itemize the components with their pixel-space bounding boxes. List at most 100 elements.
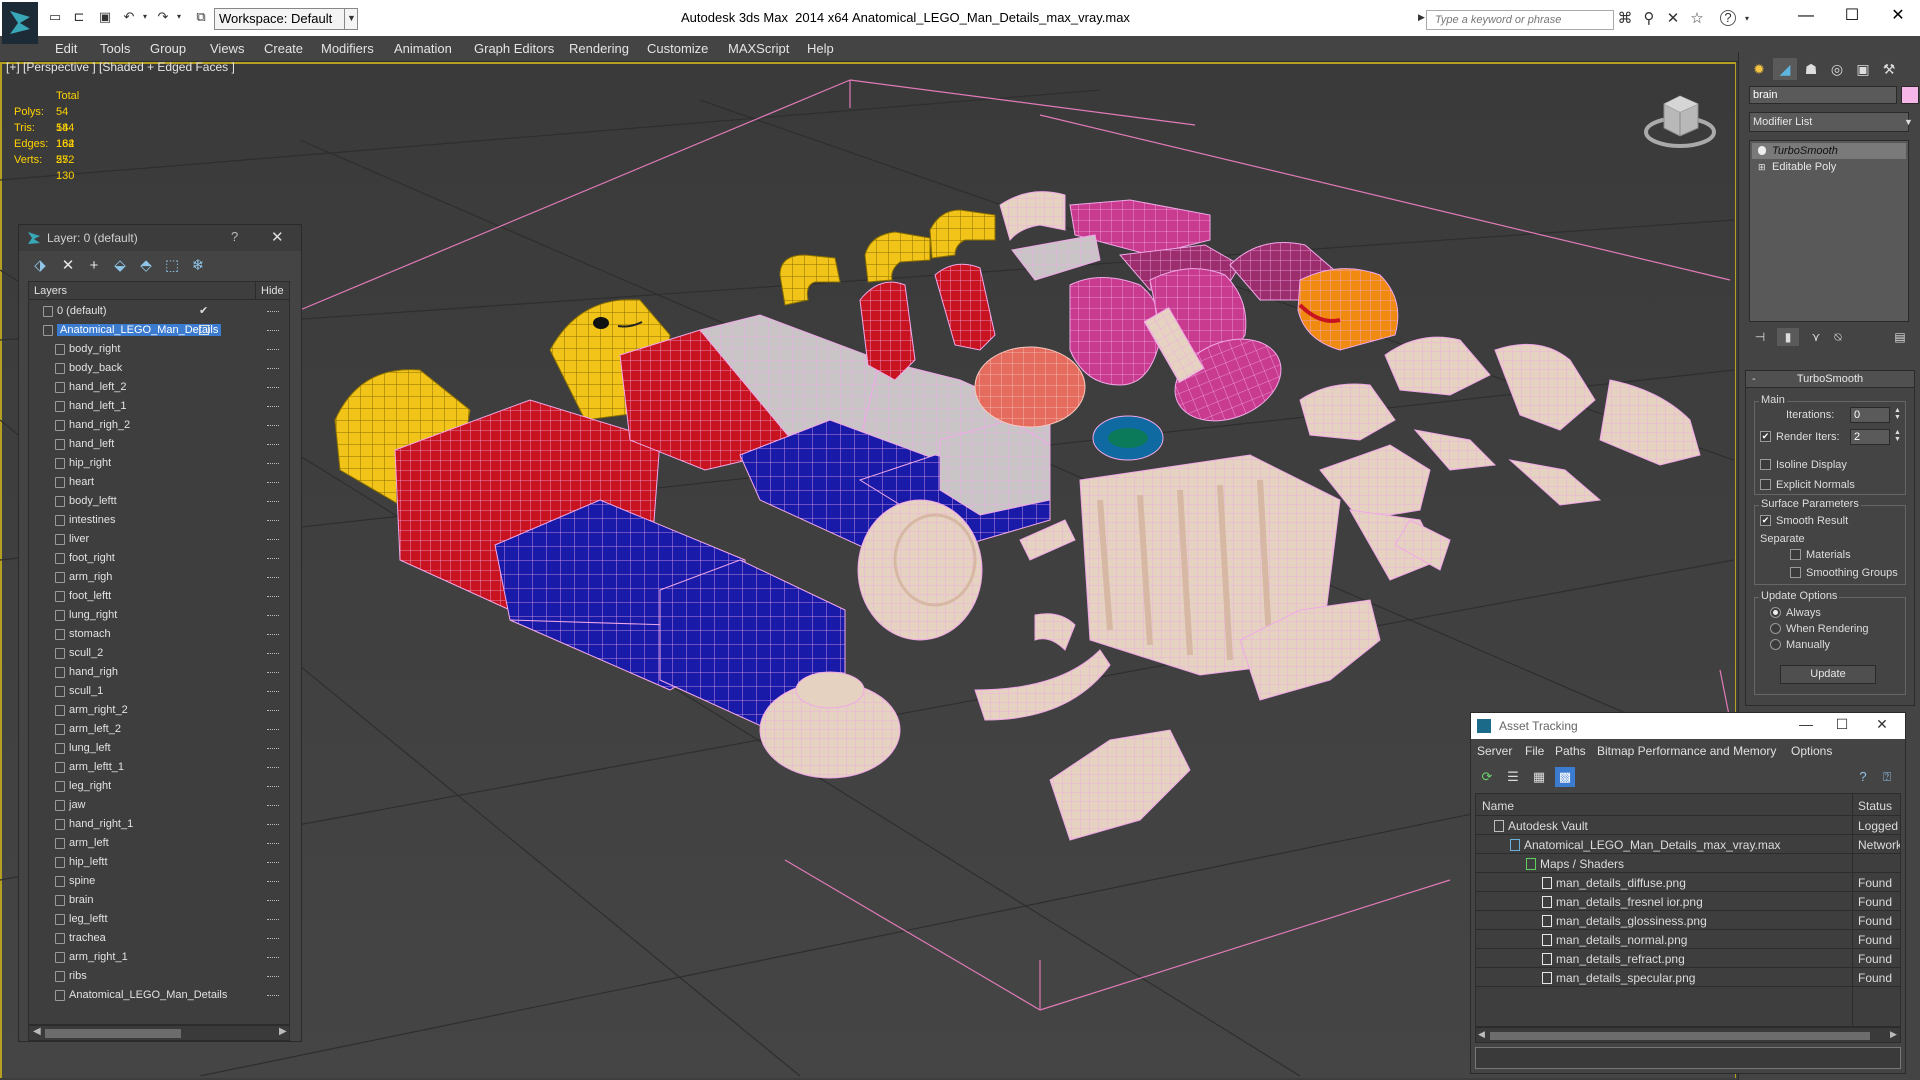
layer-row[interactable]: hand_righ bbox=[29, 663, 289, 682]
menu-modifiers[interactable]: Modifiers bbox=[321, 41, 374, 56]
hide-toggle-icon[interactable] bbox=[267, 919, 279, 921]
layer-row[interactable]: Anatomical_LEGO_Man_Details bbox=[29, 321, 289, 340]
lightbulb-icon[interactable] bbox=[1758, 146, 1766, 155]
layer-row[interactable]: scull_2 bbox=[29, 644, 289, 663]
manually-radio[interactable] bbox=[1770, 639, 1781, 650]
hide-toggle-icon[interactable] bbox=[267, 691, 279, 693]
menu-animation[interactable]: Animation bbox=[394, 41, 452, 56]
layer-list[interactable]: Layers Hide 0 (default) ✔ Anatomical_LEGO_… bbox=[28, 281, 290, 1025]
workspace-dropdown-arrow-icon[interactable]: ▼ bbox=[344, 8, 358, 30]
layer-row[interactable]: foot_leftt bbox=[29, 587, 289, 606]
layer-row[interactable]: liver bbox=[29, 530, 289, 549]
scroll-left-icon[interactable]: ◀ bbox=[1478, 1029, 1485, 1040]
layer-row[interactable]: arm_left_2 bbox=[29, 720, 289, 739]
hide-toggle-icon[interactable] bbox=[267, 425, 279, 427]
collapse-icon[interactable]: - bbox=[1752, 371, 1756, 388]
menu-maxscript[interactable]: MAXScript bbox=[728, 41, 789, 56]
column-header-layers[interactable]: Layers bbox=[34, 285, 67, 297]
layer-row[interactable]: lung_right bbox=[29, 606, 289, 625]
search-icon[interactable]: ⚲ bbox=[1640, 10, 1658, 28]
asset-tracking-titlebar[interactable]: Asset Tracking — ☐ ✕ bbox=[1471, 713, 1905, 739]
hide-toggle-icon[interactable] bbox=[267, 311, 279, 313]
current-layer-box-icon[interactable] bbox=[199, 325, 209, 335]
modifier-stack[interactable]: TurboSmooth ⊞ Editable Poly bbox=[1749, 140, 1909, 322]
hide-toggle-icon[interactable] bbox=[267, 501, 279, 503]
asset-row[interactable]: man_details_fresnel ior.png Found bbox=[1476, 892, 1900, 911]
hide-all-icon[interactable]: ⬚ bbox=[161, 255, 183, 277]
layer-panel-titlebar[interactable]: Layer: 0 (default) ? ✕ bbox=[19, 225, 301, 251]
hide-toggle-icon[interactable] bbox=[267, 539, 279, 541]
menu-group[interactable]: Group bbox=[150, 41, 186, 56]
minimize-icon[interactable]: — bbox=[1791, 716, 1821, 732]
make-unique-icon[interactable]: ⋎ bbox=[1805, 328, 1827, 346]
hide-toggle-icon[interactable] bbox=[267, 843, 279, 845]
explicit-normals-checkbox[interactable] bbox=[1760, 479, 1771, 490]
hide-toggle-icon[interactable] bbox=[267, 767, 279, 769]
scroll-right-icon[interactable]: ▶ bbox=[1890, 1029, 1897, 1040]
save-icon[interactable]: ▣ bbox=[96, 8, 114, 26]
help-icon[interactable]: ? bbox=[231, 229, 238, 244]
search-input[interactable]: Type a keyword or phrase bbox=[1426, 10, 1614, 30]
refresh-icon[interactable]: ⟳ bbox=[1477, 767, 1497, 787]
help-icon[interactable]: ? bbox=[1720, 10, 1736, 26]
help-icon[interactable]: ? bbox=[1853, 767, 1873, 787]
motion-tab-icon[interactable]: ◎ bbox=[1825, 58, 1849, 80]
column-separator[interactable] bbox=[255, 282, 256, 300]
open-icon[interactable]: ⊏ bbox=[70, 8, 88, 26]
workspace-dropdown[interactable]: Workspace: Default bbox=[214, 8, 358, 30]
maximize-icon[interactable]: ☐ bbox=[1832, 4, 1872, 28]
menu-graph-editors[interactable]: Graph Editors bbox=[474, 41, 554, 56]
column-header-status[interactable]: Status bbox=[1858, 799, 1892, 813]
hide-toggle-icon[interactable] bbox=[267, 387, 279, 389]
column-header-hide[interactable]: Hide bbox=[261, 285, 284, 297]
layer-row[interactable]: intestines bbox=[29, 511, 289, 530]
highlight-layer-icon[interactable]: ⬘ bbox=[135, 255, 157, 277]
layer-row[interactable]: body_right bbox=[29, 340, 289, 359]
stack-item-editable-poly[interactable]: ⊞ Editable Poly bbox=[1752, 159, 1906, 175]
show-end-result-icon[interactable]: ▮ bbox=[1777, 328, 1799, 346]
layer-row[interactable]: arm_left bbox=[29, 834, 289, 853]
new-file-icon[interactable]: ▭ bbox=[46, 8, 64, 26]
object-name-field[interactable]: brain bbox=[1749, 86, 1897, 104]
hide-toggle-icon[interactable] bbox=[267, 463, 279, 465]
render-iters-spinner[interactable]: 2 bbox=[1850, 429, 1890, 445]
hide-toggle-icon[interactable] bbox=[267, 710, 279, 712]
column-header-name[interactable]: Name bbox=[1482, 799, 1514, 813]
layer-row[interactable]: hand_right_1 bbox=[29, 815, 289, 834]
hide-toggle-icon[interactable] bbox=[267, 881, 279, 883]
layer-row[interactable]: arm_right_2 bbox=[29, 701, 289, 720]
when-rendering-radio[interactable] bbox=[1770, 623, 1781, 634]
hide-toggle-icon[interactable] bbox=[267, 615, 279, 617]
help-dropdown-icon[interactable]: ▾ bbox=[1738, 10, 1756, 28]
asset-status-field[interactable] bbox=[1475, 1047, 1901, 1069]
star-icon[interactable]: ☆ bbox=[1688, 10, 1706, 28]
hide-toggle-icon[interactable] bbox=[267, 805, 279, 807]
display-tab-icon[interactable]: ▣ bbox=[1851, 58, 1875, 80]
spinner-arrows-icon[interactable]: ▲ ▼ bbox=[1894, 407, 1901, 421]
hide-toggle-icon[interactable] bbox=[267, 900, 279, 902]
hide-toggle-icon[interactable] bbox=[267, 482, 279, 484]
hide-toggle-icon[interactable] bbox=[267, 995, 279, 997]
close-icon[interactable]: ✕ bbox=[1867, 716, 1897, 733]
scroll-left-icon[interactable]: ◀ bbox=[33, 1026, 41, 1037]
search-expand-icon[interactable]: ▶ bbox=[1418, 12, 1426, 28]
viewport-label[interactable]: [+] [Perspective ] [Shaded + Edged Faces… bbox=[6, 60, 235, 74]
hide-toggle-icon[interactable] bbox=[267, 938, 279, 940]
asset-row[interactable]: man_details_diffuse.png Found bbox=[1476, 873, 1900, 892]
layer-row[interactable]: hand_left bbox=[29, 435, 289, 454]
hide-toggle-icon[interactable] bbox=[267, 596, 279, 598]
layer-row[interactable]: Anatomical_LEGO_Man_Details bbox=[29, 986, 289, 1005]
modifier-list-dropdown[interactable]: Modifier List ▼ bbox=[1749, 112, 1913, 132]
layer-row[interactable]: hip_right bbox=[29, 454, 289, 473]
layer-row[interactable]: lung_left bbox=[29, 739, 289, 758]
delete-layer-icon[interactable]: ✕ bbox=[57, 255, 79, 277]
asset-row[interactable]: Autodesk Vault Logged O bbox=[1476, 816, 1900, 835]
layer-row[interactable]: arm_righ bbox=[29, 568, 289, 587]
close-icon[interactable]: ✕ bbox=[1878, 4, 1918, 28]
spinner-arrows-icon[interactable]: ▲ ▼ bbox=[1894, 429, 1901, 443]
layer-row[interactable]: hip_leftt bbox=[29, 853, 289, 872]
viewcube-icon[interactable] bbox=[1642, 86, 1722, 156]
modify-tab-icon[interactable]: ◢ bbox=[1773, 58, 1797, 80]
hide-toggle-icon[interactable] bbox=[267, 330, 279, 332]
remove-modifier-icon[interactable]: ⍉ bbox=[1827, 328, 1849, 346]
